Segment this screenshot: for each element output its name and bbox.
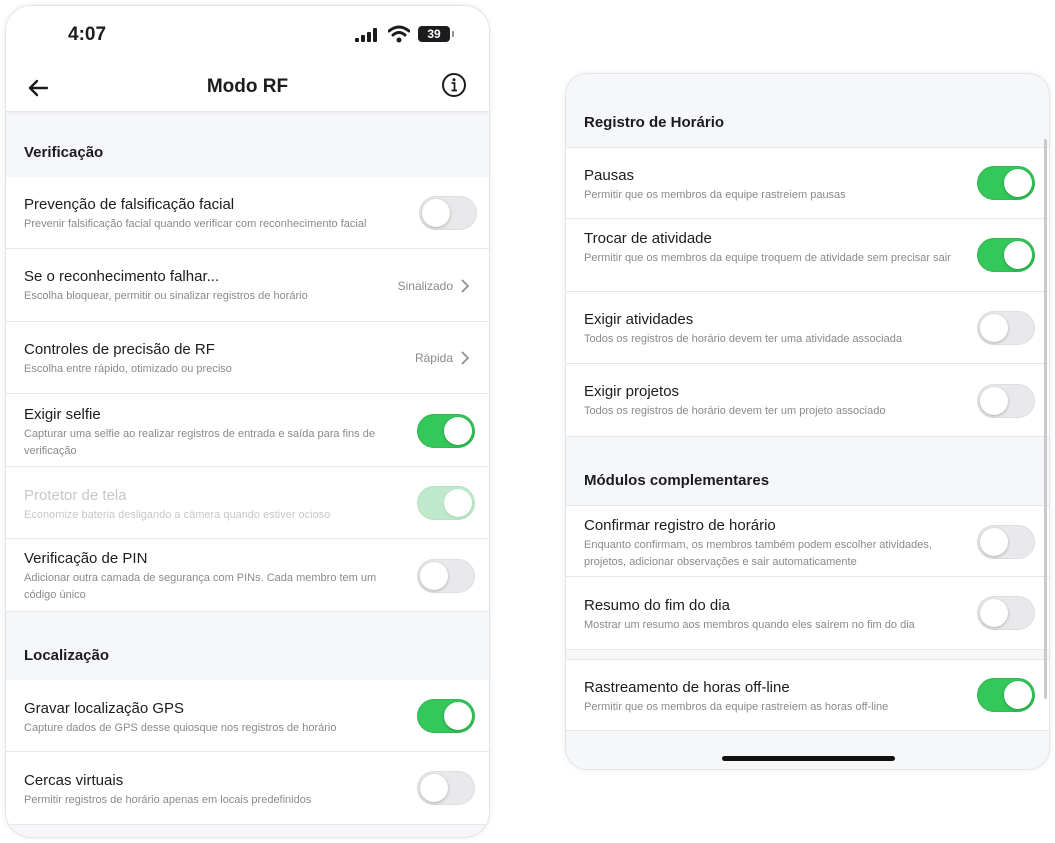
- setting-row-screen-saver: Protetor de tela Economize bateria desli…: [6, 467, 489, 539]
- row-subtitle: Capturar uma selfie ao realizar registro…: [24, 428, 375, 457]
- setting-row-facial-spoof-prevention[interactable]: Prevenção de falsificação facial Preveni…: [6, 177, 489, 249]
- geofences-toggle[interactable]: [417, 771, 475, 805]
- setting-row-require-activities[interactable]: Exigir atividades Todos os registros de …: [566, 292, 1049, 364]
- section-header-modulos: Módulos complementares: [584, 472, 770, 489]
- setting-row-recognition-fails[interactable]: Se o reconhecimento falhar... Escolha bl…: [6, 249, 489, 322]
- info-icon[interactable]: [441, 72, 467, 98]
- switch-activity-toggle[interactable]: [977, 238, 1035, 272]
- setting-row-breaks[interactable]: Pausas Permitir que os membros da equipe…: [566, 147, 1049, 219]
- row-subtitle: Escolha entre rápido, otimizado ou preci…: [24, 363, 232, 375]
- require-projects-toggle[interactable]: [977, 384, 1035, 418]
- setting-row-switch-activity[interactable]: Trocar de atividade Permitir que os memb…: [566, 219, 1049, 292]
- section-header-localizacao: Localização: [24, 647, 110, 664]
- setting-row-rf-precision[interactable]: Controles de precisão de RF Escolha entr…: [6, 322, 489, 394]
- row-title: Cercas virtuais: [24, 772, 124, 789]
- row-title: Exigir atividades: [584, 311, 694, 328]
- cellular-signal-icon: [355, 28, 377, 42]
- end-of-day-summary-toggle[interactable]: [977, 596, 1035, 630]
- battery-icon: 39: [418, 26, 454, 42]
- row-title: Pausas: [584, 167, 635, 184]
- row-subtitle: Economize bateria desligando a câmera qu…: [24, 509, 331, 521]
- wifi-icon: [388, 25, 410, 43]
- row-subtitle: Prevenir falsificação facial quando veri…: [24, 218, 367, 230]
- screen-saver-toggle: [417, 486, 475, 520]
- breaks-toggle[interactable]: [977, 166, 1035, 200]
- setting-row-confirm-time-entry[interactable]: Confirmar registro de horário Enquanto c…: [566, 505, 1049, 577]
- row-subtitle: Escolha bloquear, permitir ou sinalizar …: [24, 290, 308, 302]
- row-subtitle: Permitir que os membros da equipe troque…: [584, 252, 951, 264]
- navigation-bar: Modo RF: [6, 64, 489, 112]
- gps-location-toggle[interactable]: [417, 699, 475, 733]
- setting-row-pin-verification[interactable]: Verificação de PIN Adicionar outra camad…: [6, 539, 489, 612]
- home-indicator: [722, 756, 895, 761]
- row-title: Verificação de PIN: [24, 550, 148, 567]
- row-subtitle: Capture dados de GPS desse quiosque nos …: [24, 722, 337, 734]
- row-title: Trocar de atividade: [584, 230, 712, 247]
- row-title: Rastreamento de horas off-line: [584, 679, 790, 696]
- row-subtitle: Permitir registros de horário apenas em …: [24, 794, 312, 806]
- setting-row-require-selfie[interactable]: Exigir selfie Capturar uma selfie ao rea…: [6, 394, 489, 467]
- confirm-time-entry-toggle[interactable]: [977, 525, 1035, 559]
- row-subtitle: Permitir que os membros da equipe rastre…: [584, 701, 889, 713]
- row-subtitle: Mostrar um resumo aos membros quando ele…: [584, 619, 915, 631]
- phone-screen-right: Registro de Horário Pausas Permitir que …: [565, 73, 1050, 770]
- phone-screen-left: 4:07 39 Modo RF Verificação Prevenção de…: [5, 5, 490, 838]
- row-title: Exigir selfie: [24, 406, 101, 423]
- pin-verification-toggle[interactable]: [417, 559, 475, 593]
- require-activities-toggle[interactable]: [977, 311, 1035, 345]
- section-header-verificacao: Verificação: [24, 144, 104, 161]
- setting-row-gps-location[interactable]: Gravar localização GPS Capture dados de …: [6, 680, 489, 752]
- row-title: Protetor de tela: [24, 487, 127, 504]
- row-subtitle: Todos os registros de horário devem ter …: [584, 405, 886, 417]
- row-subtitle: Adicionar outra camada de segurança com …: [24, 572, 377, 601]
- setting-row-require-projects[interactable]: Exigir projetos Todos os registros de ho…: [566, 364, 1049, 437]
- row-title: Confirmar registro de horário: [584, 517, 776, 534]
- status-bar: 4:07 39: [6, 6, 489, 64]
- row-title: Prevenção de falsificação facial: [24, 196, 235, 213]
- setting-row-end-of-day-summary[interactable]: Resumo do fim do dia Mostrar um resumo a…: [566, 577, 1049, 650]
- row-title: Resumo do fim do dia: [584, 597, 730, 614]
- row-title: Se o reconhecimento falhar...: [24, 268, 220, 285]
- setting-row-geofences[interactable]: Cercas virtuais Permitir registros de ho…: [6, 752, 489, 825]
- row-value: Rápida: [414, 351, 453, 365]
- offline-tracking-toggle[interactable]: [977, 678, 1035, 712]
- row-subtitle: Enquanto confirmam, os membros também po…: [584, 539, 932, 568]
- page-title: Modo RF: [206, 76, 289, 97]
- row-subtitle: Todos os registros de horário devem ter …: [584, 333, 902, 345]
- scrollbar[interactable]: [1044, 139, 1047, 699]
- row-title: Exigir projetos: [584, 383, 680, 400]
- status-time: 4:07: [68, 24, 107, 45]
- row-title: Controles de precisão de RF: [24, 341, 215, 358]
- chevron-right-icon: [461, 279, 470, 293]
- section-header-registro-horario: Registro de Horário: [584, 114, 725, 131]
- chevron-right-icon: [461, 351, 470, 365]
- require-selfie-toggle[interactable]: [417, 414, 475, 448]
- facial-spoof-toggle[interactable]: [419, 196, 477, 230]
- setting-row-offline-tracking[interactable]: Rastreamento de horas off-line Permitir …: [566, 659, 1049, 731]
- row-value: Sinalizado: [397, 279, 453, 293]
- row-subtitle: Permitir que os membros da equipe rastre…: [584, 189, 846, 201]
- row-title: Gravar localização GPS: [24, 700, 185, 717]
